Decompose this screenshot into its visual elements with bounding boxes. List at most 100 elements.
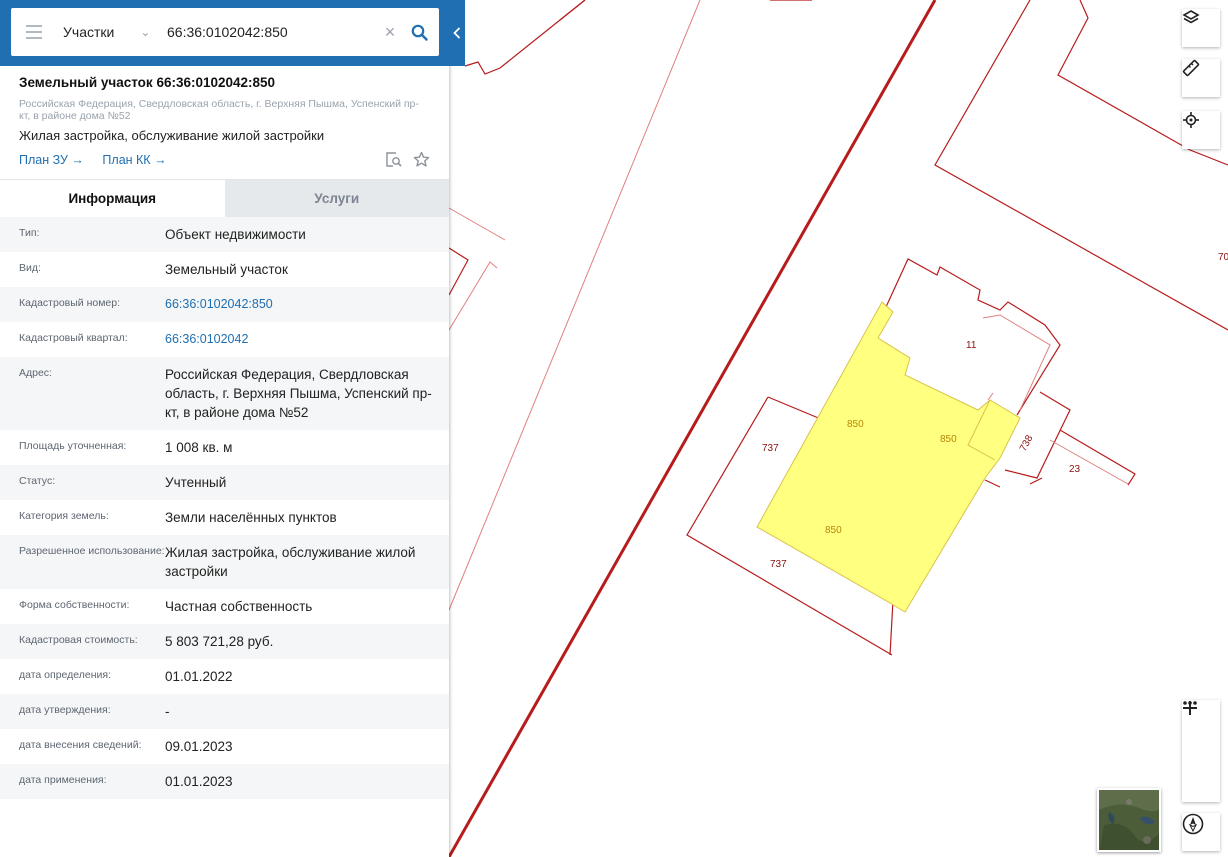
parcel-label-850: 850: [847, 419, 864, 430]
info-label: дата определения:: [19, 669, 112, 681]
info-row-cadastral-value: Кадастровая стоимость: 5 803 721,28 руб.: [0, 624, 449, 659]
close-icon[interactable]: ×: [377, 8, 403, 56]
chevron-down-icon: ⌄: [140, 25, 151, 39]
info-value: Российская Федерация, Свердловская облас…: [165, 367, 432, 420]
parcel-label-737: 737: [762, 443, 779, 454]
info-value: 01.01.2022: [165, 669, 233, 684]
info-label: Статус:: [19, 475, 56, 487]
info-value: Жилая застройка, обслуживание жилой заст…: [165, 545, 416, 579]
info-label: Тип:: [19, 227, 40, 239]
info-label: Площадь уточненная:: [19, 440, 127, 452]
parcel-boundary-23: [1059, 429, 1136, 486]
info-label: Вид:: [19, 262, 41, 274]
info-label: Кадастровая стоимость:: [19, 634, 138, 646]
info-label: Категория земель:: [19, 510, 109, 522]
parcel-label-11: 11: [966, 340, 977, 351]
plan-search-button[interactable]: [384, 150, 402, 168]
cadastral-quarter-link[interactable]: 66:36:0102042: [165, 322, 435, 357]
search-header: Участки ⌄ ×: [0, 0, 465, 66]
search-box: Участки ⌄ ×: [11, 8, 439, 56]
collapse-panel-button[interactable]: [449, 0, 465, 66]
measure-button[interactable]: [1182, 59, 1220, 97]
parcel-label-738: 738: [1018, 433, 1036, 453]
info-value: 01.01.2023: [165, 774, 233, 789]
compass-button[interactable]: [1182, 813, 1220, 851]
tab-information[interactable]: Информация: [0, 180, 225, 217]
info-value: -: [165, 704, 170, 719]
info-row-permitted-use: Разрешенное использование: Жилая застрой…: [0, 535, 449, 589]
star-icon: [413, 151, 429, 167]
info-label: Адрес:: [19, 367, 52, 379]
info-label: Разрешенное использование:: [19, 545, 165, 557]
parcel-label-70: 70: [1218, 252, 1228, 263]
zoom-out-button[interactable]: [1182, 707, 1220, 802]
object-header: Земельный участок 66:36:0102042:850 Росс…: [0, 66, 449, 179]
parcel-label-23: 23: [1069, 464, 1081, 475]
info-row-land-category: Категория земель: Земли населённых пункт…: [0, 500, 449, 535]
locate-icon: [1183, 112, 1199, 128]
layers-icon: [1182, 10, 1200, 24]
app: 850 850 850 11 737 737 738 23 70 Участки…: [0, 0, 1228, 857]
chevron-left-icon: [453, 27, 461, 39]
parcel-label-850: 850: [825, 525, 842, 536]
plan-kk-link[interactable]: План КК →: [102, 153, 166, 167]
parcel-boundary: [448, 261, 498, 331]
info-label: Форма собственности:: [19, 599, 130, 611]
info-value: Учтенный: [165, 475, 227, 490]
object-use: Жилая застройка, обслуживание жилой заст…: [19, 128, 325, 143]
info-row-address: Адрес: Российская Федерация, Свердловска…: [0, 357, 449, 430]
plan-zu-link[interactable]: План ЗУ →: [19, 153, 84, 167]
parcel-boundary-738: [1004, 391, 1071, 479]
info-value: Частная собственность: [165, 599, 313, 614]
favorite-button[interactable]: [412, 150, 430, 168]
more-button[interactable]: [1182, 701, 1220, 768]
tab-services[interactable]: Услуги: [224, 180, 449, 217]
satellite-thumbnail: [1099, 790, 1159, 850]
locate-button[interactable]: [1182, 111, 1220, 149]
parcel-boundary: [448, 247, 469, 296]
info-label: дата применения:: [19, 774, 107, 786]
parcel-label-850: 850: [940, 434, 957, 445]
object-title: Земельный участок 66:36:0102042:850: [19, 75, 276, 90]
info-value: 1 008 кв. м: [165, 440, 233, 455]
zoom-controls: [1182, 700, 1220, 802]
info-row-approval-date: дата утверждения: -: [0, 694, 449, 729]
search-input[interactable]: [167, 8, 377, 56]
minus-icon: [1183, 707, 1197, 709]
info-row-cadastral-number: Кадастровый номер: 66:36:0102042:850: [0, 287, 449, 322]
menu-icon: [26, 23, 42, 41]
search-icon: [411, 24, 428, 41]
selected-parcel-850[interactable]: [756, 301, 1021, 613]
parcel-boundary: [464, 0, 586, 75]
object-address: Российская Федерация, Свердловская облас…: [19, 98, 419, 122]
search-type-label: Участки: [63, 24, 115, 40]
info-panel: Участки ⌄ × Земельный участок 6: [0, 0, 465, 857]
info-row-determination-date: дата определения: 01.01.2022: [0, 659, 449, 694]
layers-button[interactable]: [1182, 9, 1220, 47]
info-label: Кадастровый квартал:: [19, 332, 128, 344]
cadastral-number-link[interactable]: 66:36:0102042:850: [165, 287, 435, 322]
info-value: Объект недвижимости: [165, 227, 306, 242]
info-row-status: Статус: Учтенный: [0, 465, 449, 500]
info-label: дата внесения сведений:: [19, 739, 142, 751]
info-value: Земли населённых пунктов: [165, 510, 337, 525]
info-row-entry-date: дата внесения сведений: 09.01.2023: [0, 729, 449, 764]
parcel-label-737: 737: [770, 559, 787, 570]
info-row-application-date: дата применения: 01.01.2023: [0, 764, 449, 799]
info-value: 5 803 721,28 руб.: [165, 634, 274, 649]
info-label: Кадастровый номер:: [19, 297, 121, 309]
search-button[interactable]: [403, 8, 435, 56]
info-label: дата утверждения:: [19, 704, 111, 716]
info-row-area: Площадь уточненная: 1 008 кв. м: [0, 430, 449, 465]
search-type-select[interactable]: Участки ⌄: [57, 8, 167, 56]
info-value: 09.01.2023: [165, 739, 233, 754]
plan-search-icon: [385, 151, 402, 167]
object-links: План ЗУ → План КК →: [19, 150, 430, 171]
menu-button[interactable]: [11, 8, 57, 56]
object-actions: [384, 150, 430, 168]
basemap-switcher[interactable]: [1097, 788, 1161, 852]
ruler-icon: [1182, 59, 1200, 77]
panel-tabs: Информация Услуги: [0, 179, 449, 217]
info-row-ownership: Форма собственности: Частная собственнос…: [0, 589, 449, 624]
info-row-cadastral-quarter: Кадастровый квартал: 66:36:0102042: [0, 322, 449, 357]
